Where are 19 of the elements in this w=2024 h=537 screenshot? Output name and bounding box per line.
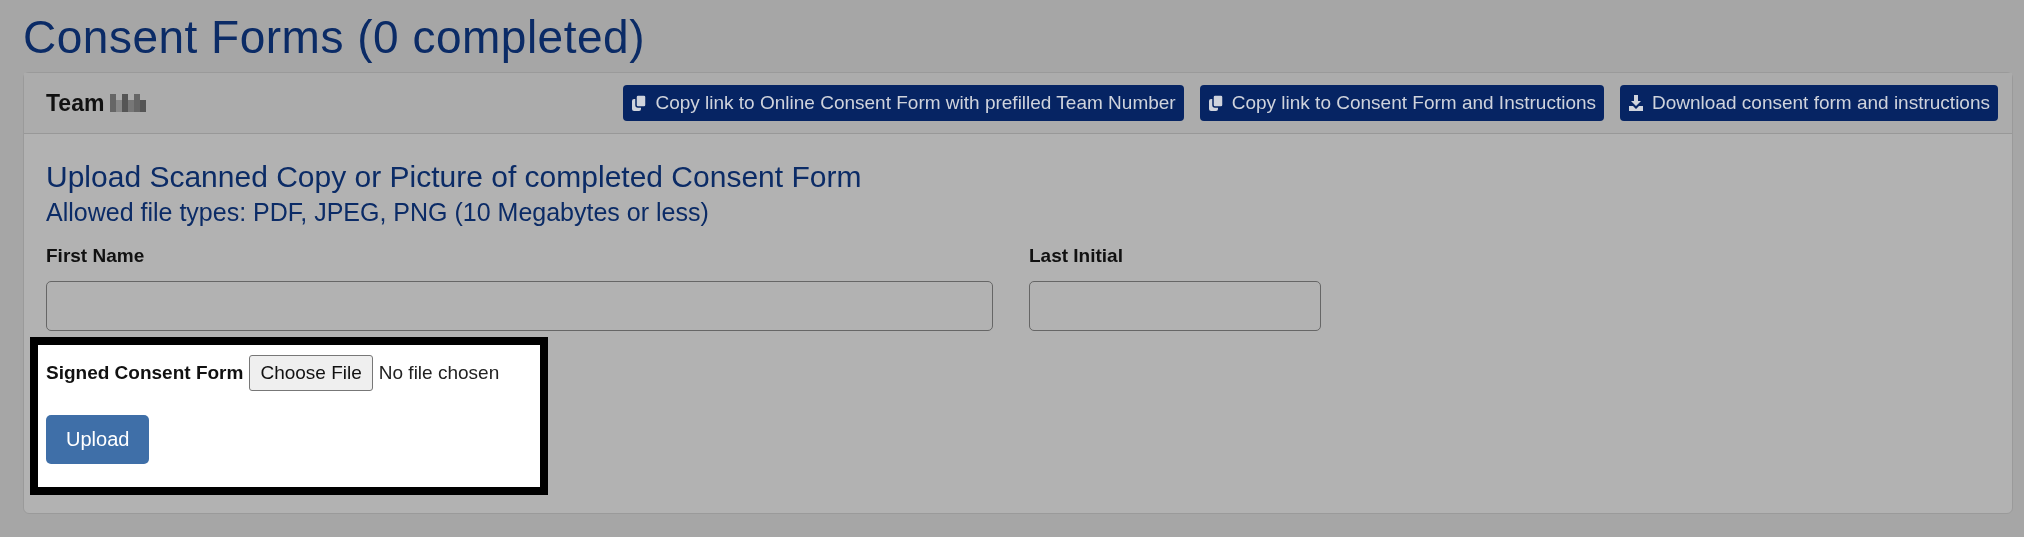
file-types-note: Allowed file types: PDF, JPEG, PNG (10 Megabytes or less) (46, 198, 710, 227)
action-button[interactable]: Download consent form and instructions (1620, 85, 1998, 121)
input-field[interactable] (46, 281, 993, 331)
file-status: No file chosen (378, 362, 500, 384)
input-field[interactable] (1029, 281, 1321, 331)
action-button[interactable]: Copy link to Consent Form and Instructions (1199, 85, 1605, 121)
action-button[interactable]: Copy link to Online Consent Form with prefilled Team Number (623, 85, 1184, 121)
upload-button[interactable]: Upload (46, 415, 150, 464)
field-label: Signed Consent Form (46, 362, 244, 384)
download-icon (1628, 94, 1645, 112)
copy-icon (631, 94, 648, 112)
field-label: Last Initial (1029, 245, 1124, 267)
section-heading: Upload Scanned Copy or Picture of completed Consent Form (46, 160, 863, 194)
choose-file-button[interactable]: Choose File (249, 355, 373, 391)
redacted-block (110, 94, 147, 112)
field-label: First Name (46, 245, 146, 267)
copy-icon (1207, 94, 1224, 112)
page-title: Consent Forms (0 completed) (23, 10, 646, 64)
team-label: Team (46, 89, 105, 117)
